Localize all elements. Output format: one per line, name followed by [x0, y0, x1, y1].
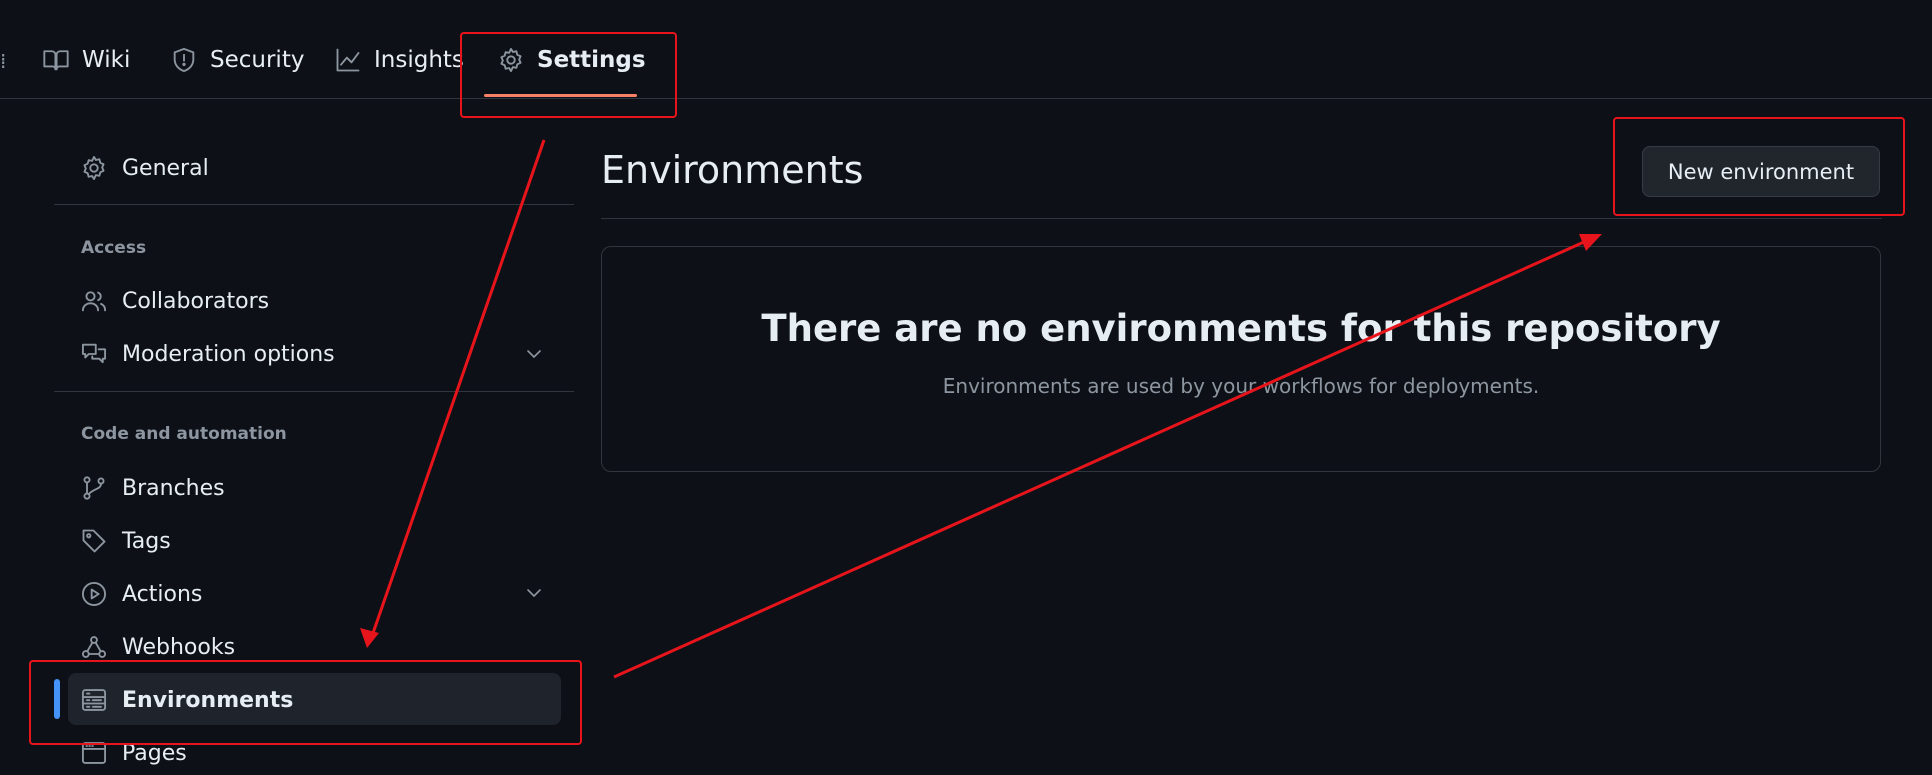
sidebar-item-tags[interactable]: Tags: [80, 519, 171, 563]
sidebar-item-label: Actions: [122, 581, 203, 607]
sidebar-item-label: Webhooks: [122, 634, 236, 660]
tab-wiki[interactable]: Wiki: [42, 42, 130, 78]
sidebar-item-label: Moderation options: [122, 341, 335, 367]
people-icon: [81, 291, 107, 312]
book-icon: [43, 50, 69, 71]
webhook-icon: [81, 636, 107, 658]
tag-icon: [82, 529, 106, 553]
title-divider: [601, 218, 1882, 219]
comment-discussion-icon: [81, 343, 107, 364]
truncated-tab-edge: ⁞: [0, 49, 7, 73]
graph-icon: [336, 48, 360, 72]
sidebar-divider: [54, 391, 574, 392]
repo-nav: ⁞ Wiki Security Insights Settings: [0, 0, 1932, 99]
empty-state-subtitle: Environments are used by your workflows …: [942, 374, 1540, 398]
sidebar-item-general[interactable]: General: [80, 146, 209, 190]
annotation-box-new-environment: [1613, 117, 1905, 216]
sidebar-item-label: Branches: [122, 475, 225, 501]
sidebar-item-actions[interactable]: Actions: [80, 572, 202, 616]
tab-label: Insights: [374, 47, 464, 73]
sidebar-item-collaborators[interactable]: Collaborators: [80, 279, 269, 323]
play-icon: [81, 581, 107, 607]
chevron-down-icon[interactable]: [524, 583, 544, 603]
sidebar-heading-code-automation: Code and automation: [81, 424, 287, 444]
sidebar-item-label: Tags: [122, 528, 171, 554]
tab-label: Wiki: [82, 47, 131, 73]
empty-state-panel: There are no environments for this repos…: [601, 246, 1881, 472]
sidebar-heading-access: Access: [81, 238, 147, 258]
tab-insights[interactable]: Insights: [334, 42, 464, 78]
sidebar-item-moderation-options[interactable]: Moderation options: [80, 332, 335, 376]
annotation-box-environments: [29, 660, 582, 745]
tab-label: Security: [210, 47, 305, 73]
sidebar-item-label: Collaborators: [122, 288, 270, 314]
tab-security[interactable]: Security: [170, 42, 304, 78]
page-title: Environments: [601, 148, 864, 192]
shield-icon: [173, 47, 195, 73]
git-branch-icon: [83, 476, 105, 500]
chevron-down-icon[interactable]: [524, 344, 544, 364]
annotation-box-settings: [460, 32, 677, 118]
gear-icon: [83, 155, 105, 181]
sidebar-item-branches[interactable]: Branches: [80, 466, 225, 510]
sidebar-divider: [54, 204, 574, 205]
empty-state-title: There are no environments for this repos…: [761, 307, 1721, 350]
sidebar-item-label: General: [122, 155, 209, 181]
